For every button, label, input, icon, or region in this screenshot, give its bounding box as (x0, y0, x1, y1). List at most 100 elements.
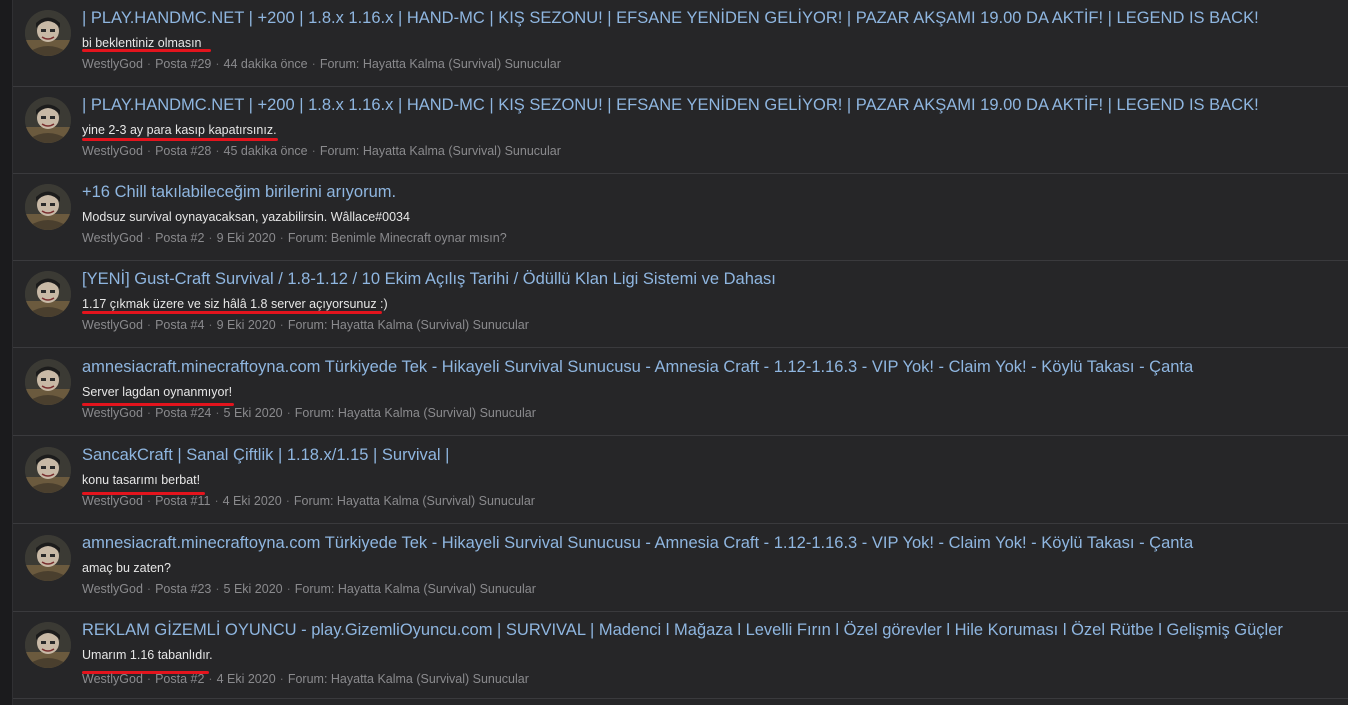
avatar[interactable] (25, 10, 71, 56)
post-snippet: Server lagdan oynanmıyor! (82, 385, 233, 399)
forum-link[interactable]: Forum: Hayatta Kalma (Survival) Sunucula… (295, 406, 536, 420)
avatar-image-icon (25, 184, 71, 230)
red-underline-annotation (82, 311, 382, 314)
meta-separator: · (208, 231, 213, 245)
result-item: | PLAY.HANDMC.NET | +200 | 1.8.x 1.16.x … (13, 0, 1348, 87)
post-number-link[interactable]: Posta #24 (155, 406, 211, 420)
thread-title-link[interactable]: | PLAY.HANDMC.NET | +200 | 1.8.x 1.16.x … (82, 96, 1259, 115)
post-meta: WestlyGod · Posta #29 · 44 dakika önce · Forum… (82, 57, 561, 71)
meta-separator: · (279, 672, 284, 686)
meta-separator: · (286, 406, 291, 420)
result-item: REKLAM GİZEMLİ OYUNCU - play.GizemliOyun… (13, 612, 1348, 699)
post-time: 9 Eki 2020 (216, 231, 276, 245)
meta-separator: · (311, 57, 316, 71)
meta-separator: · (146, 406, 152, 420)
meta-separator: · (146, 582, 152, 596)
meta-separator: · (214, 494, 219, 508)
forum-link[interactable]: Forum: Hayatta Kalma (Survival) Sunucula… (294, 494, 535, 508)
forum-link[interactable]: Forum: Hayatta Kalma (Survival) Sunucula… (320, 57, 561, 71)
result-item: | PLAY.HANDMC.NET | +200 | 1.8.x 1.16.x … (13, 87, 1348, 174)
result-item: amnesiacraft.minecraftoyna.com Türkiyede… (13, 525, 1348, 612)
meta-separator: · (146, 494, 152, 508)
avatar[interactable] (25, 184, 71, 230)
post-number-link[interactable]: Posta #11 (155, 494, 210, 508)
post-number-link[interactable]: Posta #29 (155, 57, 211, 71)
post-snippet: konu tasarımı berbat! (82, 473, 201, 487)
avatar-image-icon (25, 535, 71, 581)
meta-separator: · (208, 672, 213, 686)
thread-title-link[interactable]: REKLAM GİZEMLİ OYUNCU - play.GizemliOyun… (82, 621, 1283, 640)
post-time: 4 Eki 2020 (222, 494, 282, 508)
post-meta: WestlyGod · Posta #23 · 5 Eki 2020 · Forum: Ha… (82, 582, 536, 596)
thread-title-link[interactable]: SancakCraft | Sanal Çiftlik | 1.18.x/1.1… (82, 446, 449, 465)
result-item: [YENİ] Gust-Craft Survival / 1.8-1.12 / … (13, 261, 1348, 348)
author-link[interactable]: WestlyGod (82, 231, 143, 245)
avatar[interactable] (25, 447, 71, 493)
meta-separator: · (146, 318, 152, 332)
author-link[interactable]: WestlyGod (82, 582, 143, 596)
meta-separator: · (279, 318, 284, 332)
meta-separator: · (279, 231, 284, 245)
post-time: 45 dakika önce (223, 144, 308, 158)
red-underline-annotation (82, 49, 211, 52)
meta-separator: · (146, 672, 152, 686)
avatar[interactable] (25, 535, 71, 581)
post-number-link[interactable]: Posta #2 (155, 231, 204, 245)
forum-link[interactable]: Forum: Hayatta Kalma (Survival) Sunucula… (288, 672, 529, 686)
page-background: | PLAY.HANDMC.NET | +200 | 1.8.x 1.16.x … (0, 0, 1348, 705)
author-link[interactable]: WestlyGod (82, 57, 143, 71)
post-number-link[interactable]: Posta #28 (155, 144, 211, 158)
author-link[interactable]: WestlyGod (82, 144, 143, 158)
avatar-image-icon (25, 97, 71, 143)
post-meta: WestlyGod · Posta #2 · 9 Eki 2020 · Forum: Ben… (82, 231, 507, 245)
meta-separator: · (146, 144, 152, 158)
post-meta: WestlyGod · Posta #24 · 5 Eki 2020 · Forum: Ha… (82, 406, 536, 420)
avatar[interactable] (25, 359, 71, 405)
meta-separator: · (311, 144, 316, 158)
meta-separator: · (146, 231, 152, 245)
post-time: 4 Eki 2020 (216, 672, 276, 686)
search-results-list: | PLAY.HANDMC.NET | +200 | 1.8.x 1.16.x … (12, 0, 1348, 705)
author-link[interactable]: WestlyGod (82, 494, 143, 508)
avatar-image-icon (25, 10, 71, 56)
forum-link[interactable]: Forum: Hayatta Kalma (Survival) Sunucula… (288, 318, 529, 332)
thread-title-link[interactable]: +16 Chill takılabileceğim birilerini arı… (82, 183, 396, 202)
forum-link[interactable]: Forum: Hayatta Kalma (Survival) Sunucula… (295, 582, 536, 596)
avatar-image-icon (25, 447, 71, 493)
avatar-image-icon (25, 271, 71, 317)
post-time: 44 dakika önce (223, 57, 308, 71)
meta-separator: · (215, 582, 220, 596)
thread-title-link[interactable]: amnesiacraft.minecraftoyna.com Türkiyede… (82, 534, 1193, 553)
post-snippet: bi beklentiniz olmasın (82, 36, 202, 50)
author-link[interactable]: WestlyGod (82, 672, 143, 686)
post-number-link[interactable]: Posta #23 (155, 582, 211, 596)
avatar-image-icon (25, 622, 71, 668)
post-meta: WestlyGod · Posta #11 · 4 Eki 2020 · Forum: Ha… (82, 494, 535, 508)
meta-separator: · (215, 144, 220, 158)
forum-link[interactable]: Forum: Benimle Minecraft oynar mısın? (288, 231, 507, 245)
avatar[interactable] (25, 271, 71, 317)
avatar[interactable] (25, 622, 71, 668)
post-meta: WestlyGod · Posta #4 · 9 Eki 2020 · Forum: Hay… (82, 318, 529, 332)
post-time: 5 Eki 2020 (223, 582, 283, 596)
post-time: 5 Eki 2020 (223, 406, 283, 420)
post-number-link[interactable]: Posta #2 (155, 672, 204, 686)
post-snippet: Umarım 1.16 tabanlıdır. (82, 648, 213, 662)
meta-separator: · (286, 582, 291, 596)
result-item: SancakCraft | Sanal Çiftlik | 1.18.x/1.1… (13, 437, 1348, 524)
thread-title-link[interactable]: | PLAY.HANDMC.NET | +200 | 1.8.x 1.16.x … (82, 9, 1259, 28)
post-number-link[interactable]: Posta #4 (155, 318, 204, 332)
thread-title-link[interactable]: amnesiacraft.minecraftoyna.com Türkiyede… (82, 358, 1193, 377)
author-link[interactable]: WestlyGod (82, 406, 143, 420)
author-link[interactable]: WestlyGod (82, 318, 143, 332)
post-meta: WestlyGod · Posta #28 · 45 dakika önce · Forum… (82, 144, 561, 158)
post-snippet: yine 2-3 ay para kasıp kapatırsınız. (82, 123, 277, 137)
meta-separator: · (215, 57, 220, 71)
red-underline-annotation (82, 138, 278, 141)
forum-link[interactable]: Forum: Hayatta Kalma (Survival) Sunucula… (320, 144, 561, 158)
post-time: 9 Eki 2020 (216, 318, 276, 332)
avatar[interactable] (25, 97, 71, 143)
avatar-image-icon (25, 359, 71, 405)
meta-separator: · (208, 318, 213, 332)
thread-title-link[interactable]: [YENİ] Gust-Craft Survival / 1.8-1.12 / … (82, 270, 776, 289)
